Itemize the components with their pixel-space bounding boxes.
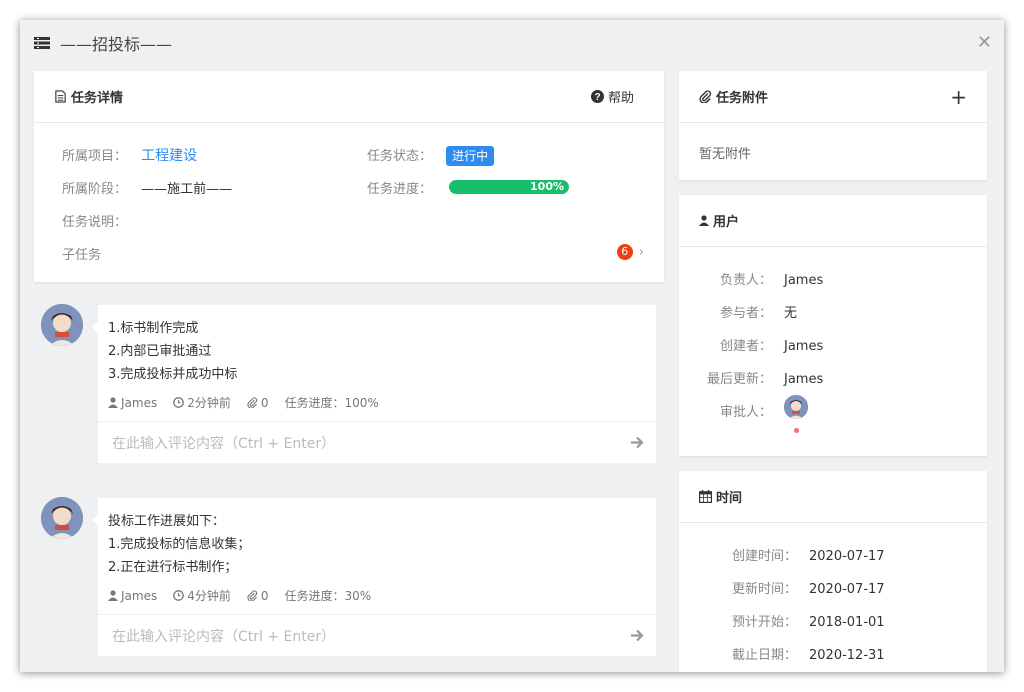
status-label: 任务状态： xyxy=(367,149,433,164)
comment-line: 1.完成投标的信息收集； xyxy=(108,537,251,552)
clock-icon xyxy=(173,397,185,408)
attachments-heading: 任务附件 xyxy=(716,91,769,106)
avatar xyxy=(41,304,83,346)
time-heading: 时间 xyxy=(716,491,743,506)
comment-attachments[interactable]: 0 xyxy=(247,396,269,410)
project-label: 所属项目： xyxy=(62,149,128,164)
arrow-right-icon[interactable] xyxy=(630,436,644,449)
comment-time: 2分钟前 xyxy=(173,394,231,411)
user-icon xyxy=(108,397,118,408)
task-dialog: ——招投标—— ✕ 任务详情 ? 帮助 所属项目： 工程建设 所属阶段： ——施… xyxy=(20,20,1004,672)
comment-input-placeholder: 在此输入评论内容（Ctrl + Enter） xyxy=(112,628,336,645)
comment-attachments[interactable]: 0 xyxy=(247,589,269,603)
chevron-right-icon: › xyxy=(638,244,644,260)
help-button[interactable]: ? 帮助 xyxy=(590,87,634,106)
comment-input[interactable]: 在此输入评论内容（Ctrl + Enter） xyxy=(98,421,656,463)
comment-author[interactable]: James xyxy=(108,589,157,603)
comment-card: 1.标书制作完成 2.内部已审批通过 3.完成投标并成功中标 James 2分钟… xyxy=(92,305,656,463)
status-badge[interactable]: 进行中 xyxy=(446,146,495,166)
comment-input[interactable]: 在此输入评论内容（Ctrl + Enter） xyxy=(98,614,656,656)
comment-line: 3.完成投标并成功中标 xyxy=(108,367,238,382)
dialog-title: ——招投标—— xyxy=(60,35,173,54)
approver-avatar[interactable] xyxy=(784,395,808,419)
task-progress-bar: 100% xyxy=(449,180,569,194)
time-header: 时间 xyxy=(679,471,987,523)
attachments-card: 任务附件 + 暂无附件 xyxy=(679,71,987,180)
close-icon[interactable]: ✕ xyxy=(977,34,992,52)
owner-row: 负责人： James xyxy=(719,273,824,288)
comment-meta: James 2分钟前 0 任务进度：100% xyxy=(98,386,656,421)
description-row: 任务说明： xyxy=(62,211,127,230)
calendar-icon xyxy=(699,490,712,503)
stage-value: ——施工前—— xyxy=(141,182,233,197)
project-link[interactable]: 工程建设 xyxy=(141,148,197,164)
task-detail-heading: 任务详情 xyxy=(71,91,124,106)
updated-time-row: 更新时间： 2020-07-17 xyxy=(731,582,885,597)
deadline-row: 截止日期： 2020-12-31 xyxy=(731,648,885,663)
user-icon xyxy=(108,590,118,601)
progress-text: 100% xyxy=(530,180,564,193)
stage-row: 所属阶段： ——施工前—— xyxy=(62,178,232,197)
users-heading: 用户 xyxy=(713,215,740,230)
comment-card: 投标工作进展如下： 1.完成投标的信息收集； 2.正在进行标书制作； James… xyxy=(92,498,656,656)
users-card: 用户 负责人： James 参与者：无 创建者： James 最后更新： James … xyxy=(679,195,987,456)
participants-row: 参与者：无 xyxy=(719,306,798,321)
progress-row: 任务进度： xyxy=(367,178,432,197)
add-attachment-button[interactable]: + xyxy=(950,85,967,109)
comment-author[interactable]: James xyxy=(108,396,157,410)
subtask-row[interactable]: 子任务 6 › xyxy=(62,244,644,263)
users-header: 用户 xyxy=(679,195,987,247)
comment-input-placeholder: 在此输入评论内容（Ctrl + Enter） xyxy=(112,435,336,452)
help-label: 帮助 xyxy=(607,91,634,106)
stage-label: 所属阶段： xyxy=(62,182,128,197)
comment-line: 2.内部已审批通过 xyxy=(108,344,212,359)
arrow-right-icon[interactable] xyxy=(630,629,644,642)
comment-progress: 任务进度：30% xyxy=(284,589,372,603)
comment-line: 2.正在进行标书制作； xyxy=(108,560,238,575)
time-card: 时间 创建时间： 2020-07-17 更新时间： 2020-07-17 预计开始：… xyxy=(679,471,987,672)
attachments-header: 任务附件 + xyxy=(679,71,987,123)
subtask-count-badge: 6 xyxy=(616,244,633,260)
comment-meta: James 4分钟前 0 任务进度：30% xyxy=(98,579,656,614)
dialog-titlebar: ——招投标—— xyxy=(20,20,1004,66)
clock-icon xyxy=(173,590,185,601)
comment-line: 1.标书制作完成 xyxy=(108,321,199,336)
svg-text:?: ? xyxy=(594,92,600,103)
created-time-row: 创建时间： 2020-07-17 xyxy=(731,549,885,564)
comment-progress: 任务进度：100% xyxy=(284,396,379,410)
attachments-empty: 暂无附件 xyxy=(699,147,752,162)
creator-row: 创建者： James xyxy=(719,339,824,354)
comment-line: 投标工作进展如下： xyxy=(108,514,226,529)
paperclip-icon xyxy=(699,90,712,103)
task-detail-card: 任务详情 ? 帮助 所属项目： 工程建设 所属阶段： ——施工前—— 任务说明：… xyxy=(34,71,664,282)
description-label: 任务说明： xyxy=(62,215,128,230)
list-icon xyxy=(34,37,50,49)
comment-time: 4分钟前 xyxy=(173,587,231,604)
progress-fill: 100% xyxy=(449,180,569,194)
user-icon xyxy=(699,215,709,226)
question-circle-icon: ? xyxy=(590,90,604,103)
project-row: 所属项目： 工程建设 xyxy=(62,145,197,165)
progress-label: 任务进度： xyxy=(367,182,433,197)
avatar xyxy=(41,497,83,539)
paperclip-icon xyxy=(247,397,258,408)
paperclip-icon xyxy=(247,590,258,601)
subtask-label: 子任务 xyxy=(62,248,102,263)
status-row: 任务状态： 进行中 xyxy=(367,145,495,166)
last-update-row: 最后更新： James xyxy=(706,372,824,387)
task-detail-header: 任务详情 ? 帮助 xyxy=(34,71,664,123)
planned-start-row: 预计开始： 2018-01-01 xyxy=(731,615,885,630)
approver-row: 审批人： xyxy=(719,405,772,420)
approver-status-dot xyxy=(794,428,799,433)
document-icon xyxy=(55,90,66,103)
